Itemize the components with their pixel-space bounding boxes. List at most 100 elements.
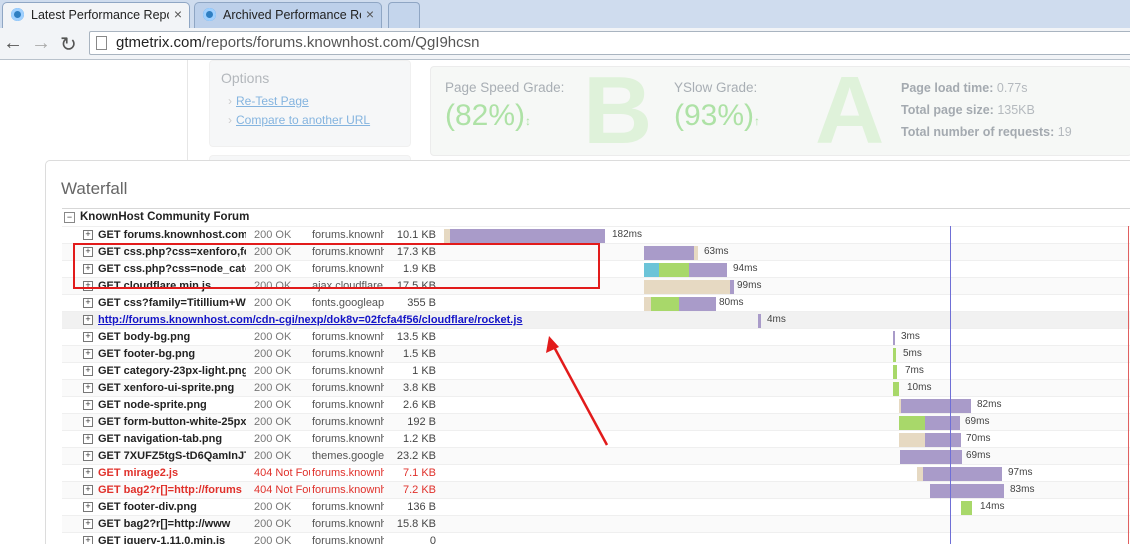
collapse-group-icon[interactable]: − [64, 212, 75, 223]
expand-row-icon[interactable]: + [83, 400, 93, 410]
tab-strip: Latest Performance Report × Archived Per… [0, 0, 1130, 28]
left-column [0, 60, 188, 160]
waterfall-row[interactable]: + GET jquery-1.11.0.min.js 200 OK forums.kn… [62, 532, 1130, 544]
waterfall-row[interactable]: + GET bag2?r[]=http://www 200 OK forums.kno… [62, 515, 1130, 533]
expand-row-icon[interactable]: + [83, 434, 93, 444]
request-duration: 4ms [767, 314, 786, 325]
request-name: GET footer-div.png [98, 501, 197, 513]
request-domain: forums.knownhost.com [312, 365, 384, 377]
close-tab-icon[interactable]: × [366, 6, 374, 22]
expand-row-icon[interactable]: + [83, 349, 93, 359]
waterfall-row[interactable]: + GET navigation-tab.png 200 OK forums.know… [62, 430, 1130, 448]
request-size: 2.6 KB [402, 399, 436, 411]
request-domain: forums.knownhost.com [312, 484, 384, 496]
tab-title: Latest Performance Report [31, 8, 169, 22]
expand-row-icon[interactable]: + [83, 383, 93, 393]
url-text: gtmetrix.com/reports/forums.knownhost.co… [116, 34, 480, 51]
address-bar[interactable]: gtmetrix.com/reports/forums.knownhost.co… [89, 31, 1130, 55]
request-domain: forums.knownhost.com [312, 382, 384, 394]
total-page-size: Total page size: 135KB [901, 103, 1035, 117]
request-domain: forums.knownhost.com [312, 467, 384, 479]
annotation-highlight-box [73, 243, 600, 289]
waterfall-row[interactable]: + GET footer-bg.png 200 OK forums.knownhost… [62, 345, 1130, 363]
request-url-link[interactable]: http://forums.knownhost.com/cdn-cgi/nexp… [98, 314, 523, 326]
request-size: 15.8 KB [396, 518, 436, 530]
expand-row-icon[interactable]: + [83, 315, 93, 325]
request-name: GET node-sprite.png [98, 399, 207, 411]
request-duration: 182ms [612, 229, 643, 240]
request-status: 404 Not Found [254, 484, 310, 496]
tab-latest-report[interactable]: Latest Performance Report × [2, 2, 190, 28]
timing-bar-segment [893, 331, 895, 345]
request-name: GET category-23px-light.png [98, 365, 246, 377]
waterfall-row[interactable]: + GET css?family=Titillium+Web 200 OK fonts… [62, 294, 1130, 312]
waterfall-row[interactable]: + GET node-sprite.png 200 OK forums.knownho… [62, 396, 1130, 414]
timing-bar-segment [893, 382, 899, 396]
expand-row-icon[interactable]: + [83, 451, 93, 461]
waterfall-row[interactable]: + GET body-bg.png 200 OK forums.knownhost.c… [62, 328, 1130, 346]
timing-bar-segment [651, 297, 679, 311]
reload-icon[interactable]: ↻ [60, 32, 77, 57]
expand-row-icon[interactable]: + [83, 417, 93, 427]
request-status: 200 OK [254, 365, 292, 377]
request-size: 13.5 KB [396, 331, 436, 343]
back-arrow-icon[interactable]: ← [3, 32, 23, 55]
request-size: 1.2 KB [402, 433, 436, 445]
pagespeed-label: Page Speed Grade: [445, 80, 565, 95]
request-status: 200 OK [254, 297, 292, 309]
waterfall-row[interactable]: + GET forums.knownhost.com 200 OK forums.kn… [62, 226, 1130, 244]
request-status: 200 OK [254, 535, 292, 544]
retest-link[interactable]: Re-Test Page [228, 94, 309, 108]
request-name: GET form-button-white-25px.png [98, 416, 246, 428]
request-name: GET footer-bg.png [98, 348, 196, 360]
request-size: 1 KB [412, 365, 436, 377]
request-size: 1.5 KB [402, 348, 436, 360]
request-name: GET forums.knownhost.com [98, 229, 246, 241]
new-tab-button[interactable] [388, 2, 420, 28]
request-duration: 10ms [907, 382, 932, 393]
expand-row-icon[interactable]: + [83, 519, 93, 529]
expand-row-icon[interactable]: + [83, 502, 93, 512]
expand-row-icon[interactable]: + [83, 485, 93, 495]
compare-link[interactable]: Compare to another URL [228, 113, 370, 127]
request-status: 200 OK [254, 331, 292, 343]
waterfall-row[interactable]: + GET category-23px-light.png 200 OK forums… [62, 362, 1130, 380]
timing-bar-segment [925, 416, 960, 430]
timing-bar-segment [679, 297, 716, 311]
waterfall-row[interactable]: + GET bag2?r[]=http://forums 404 Not Found… [62, 481, 1130, 499]
request-domain: forums.knownhost.com [312, 399, 384, 411]
timing-bar-segment [899, 416, 925, 430]
waterfall-row[interactable]: + GET xenforo-ui-sprite.png 200 OK forums.k… [62, 379, 1130, 397]
forward-arrow-icon[interactable]: → [31, 32, 51, 55]
close-tab-icon[interactable]: × [174, 6, 182, 22]
request-status: 200 OK [254, 382, 292, 394]
request-domain: forums.knownhost.com [312, 348, 384, 360]
expand-row-icon[interactable]: + [83, 536, 93, 544]
timing-bar-segment [900, 450, 930, 464]
waterfall-row[interactable]: + GET form-button-white-25px.png 200 OK for… [62, 413, 1130, 431]
request-domain: fonts.googleapis.com [312, 297, 384, 309]
expand-row-icon[interactable]: + [83, 230, 93, 240]
request-duration: 99ms [737, 280, 762, 291]
timing-bar-segment [644, 263, 659, 277]
yslow-percent: (93%)↑ [674, 99, 761, 132]
timing-bar-segment [644, 297, 651, 311]
waterfall-title: Waterfall [61, 179, 128, 198]
timing-bar-segment [730, 280, 734, 294]
timing-bar-segment [930, 450, 962, 464]
waterfall-row[interactable]: + GET footer-div.png 200 OK forums.knownhos… [62, 498, 1130, 516]
expand-row-icon[interactable]: + [83, 298, 93, 308]
tab-archived-report[interactable]: Archived Performance Report × [194, 2, 382, 28]
request-size: 10.1 KB [396, 229, 436, 241]
waterfall-row[interactable]: + http://forums.knownhost.com/cdn-cgi/nex… [62, 311, 1130, 329]
expand-row-icon[interactable]: + [83, 332, 93, 342]
request-name: GET mirage2.js [98, 467, 179, 479]
waterfall-row[interactable]: + GET 7XUFZ5tgS-tD6QamInJTcSo 200 OK themes… [62, 447, 1130, 465]
request-size: 355 B [407, 297, 436, 309]
expand-row-icon[interactable]: + [83, 468, 93, 478]
expand-row-icon[interactable]: + [83, 366, 93, 376]
browser-toolbar: ← → ↻ gtmetrix.com/reports/forums.knownh… [0, 28, 1130, 60]
request-domain: forums.knownhost.com [312, 535, 384, 544]
waterfall-row[interactable]: + GET mirage2.js 404 Not Foundforums.known… [62, 464, 1130, 482]
gtmetrix-favicon-icon [11, 8, 24, 21]
